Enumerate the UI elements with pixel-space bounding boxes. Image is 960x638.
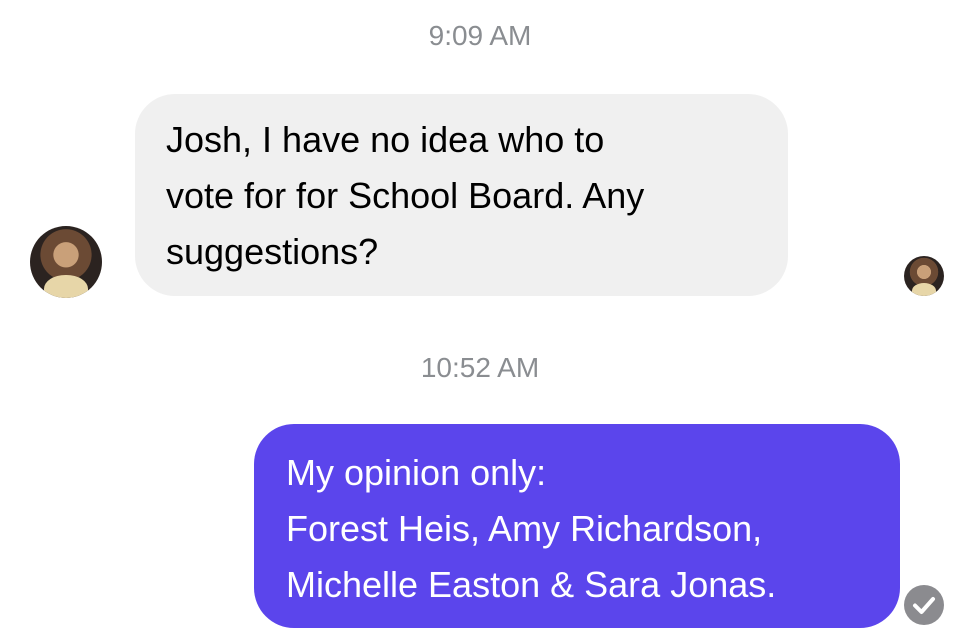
incoming-message-bubble[interactable]: Josh, I have no idea who to vote for for… <box>135 94 788 296</box>
sender-avatar[interactable] <box>30 226 102 298</box>
message-text-line: Forest Heis, Amy Richardson, <box>286 508 763 549</box>
message-text-line: Michelle Easton & Sara Jonas. <box>286 564 777 605</box>
timestamp: 9:09 AM <box>428 20 532 51</box>
chat-thread: 9:09 AM Josh, I have no idea who to vote… <box>0 0 960 638</box>
timestamp: 10:52 AM <box>420 352 540 383</box>
outgoing-message-bubble[interactable]: My opinion only: Forest Heis, Amy Richar… <box>254 424 900 628</box>
message-text-line: Josh, I have no idea who to <box>166 119 605 160</box>
seen-avatar <box>904 256 944 296</box>
check-circle-icon <box>904 585 944 625</box>
message-text-line: vote for for School Board. Any <box>166 175 645 216</box>
message-text-line: My opinion only: <box>286 452 547 493</box>
message-text-line: suggestions? <box>166 231 379 272</box>
